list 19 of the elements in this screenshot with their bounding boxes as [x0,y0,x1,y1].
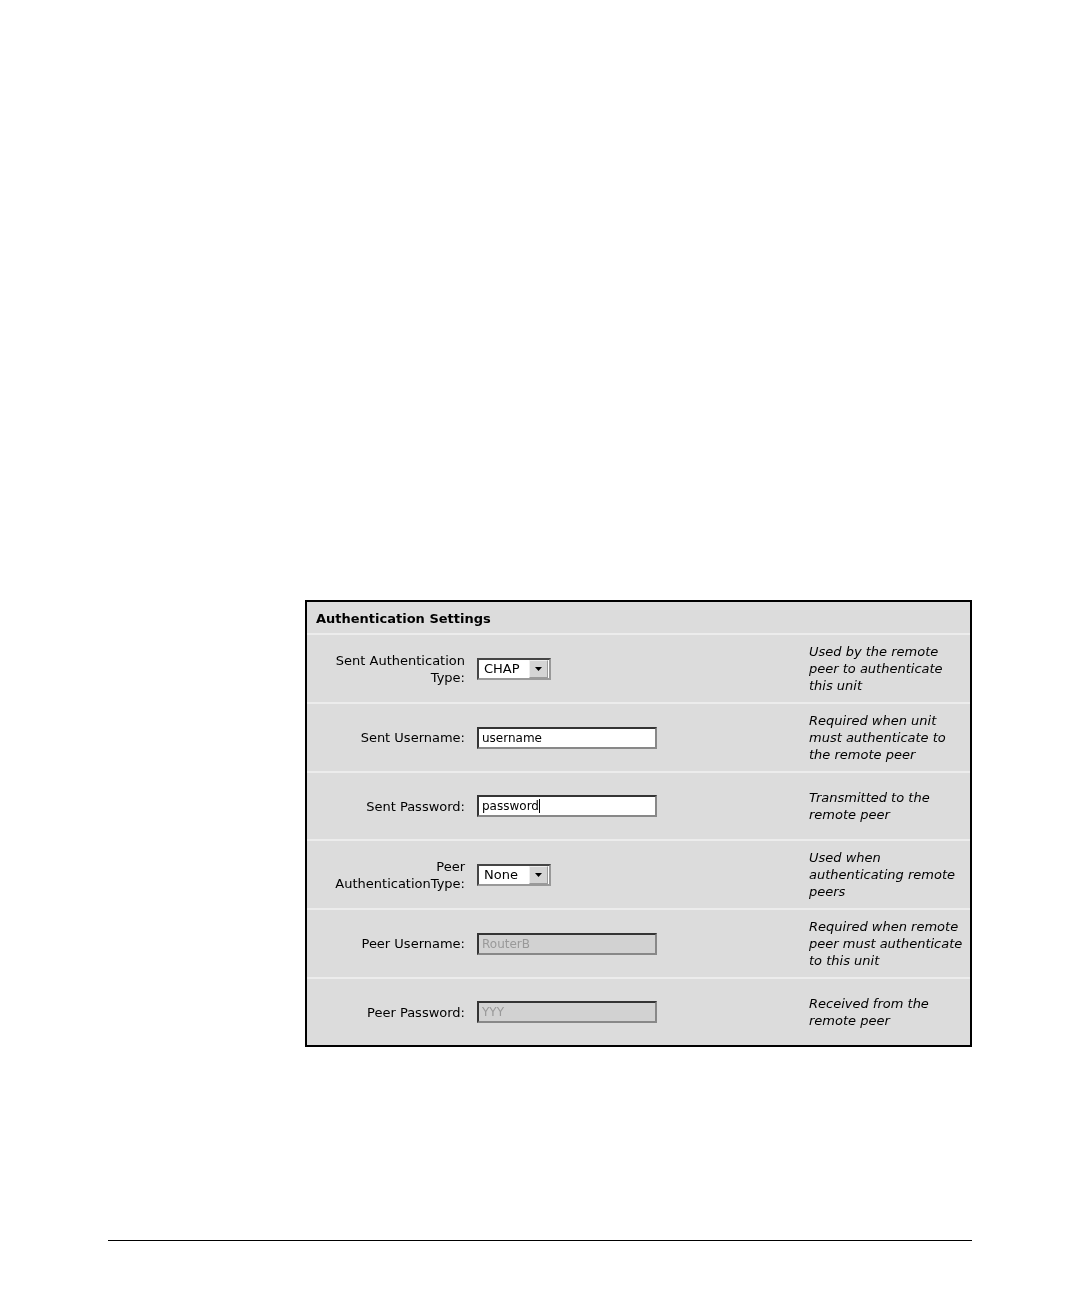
help-text: Required when remote peer must authenticate to this unit [809,918,964,969]
help-text: Used when authenticating remote peers [809,849,956,900]
help-text: Transmitted to the remote peer [809,789,931,823]
panel-title: Authentication Settings [307,602,970,635]
help-text: Required when unit must authenticate to the remote peer [809,712,947,763]
field-label: Peer AuthenticationType: [334,857,465,892]
dropdown[interactable]: CHAP [477,657,551,680]
caret-icon[interactable] [529,659,548,678]
field-label: Peer Username: [360,935,465,952]
input-field[interactable]: password [477,795,657,817]
field-label: Sent Password: [365,797,465,815]
field-label: Sent Authentication Type: [334,651,465,686]
help-text: Used by the remote peer to authenticate this unit [809,643,944,694]
input-field[interactable]: username [477,726,657,749]
help-text: Received from the remote peer [809,995,930,1029]
dropdown[interactable]: None [477,863,551,886]
caret-icon[interactable] [529,865,548,884]
field-label: Peer Password: [366,1003,465,1021]
field-label: Sent Username: [359,729,465,746]
